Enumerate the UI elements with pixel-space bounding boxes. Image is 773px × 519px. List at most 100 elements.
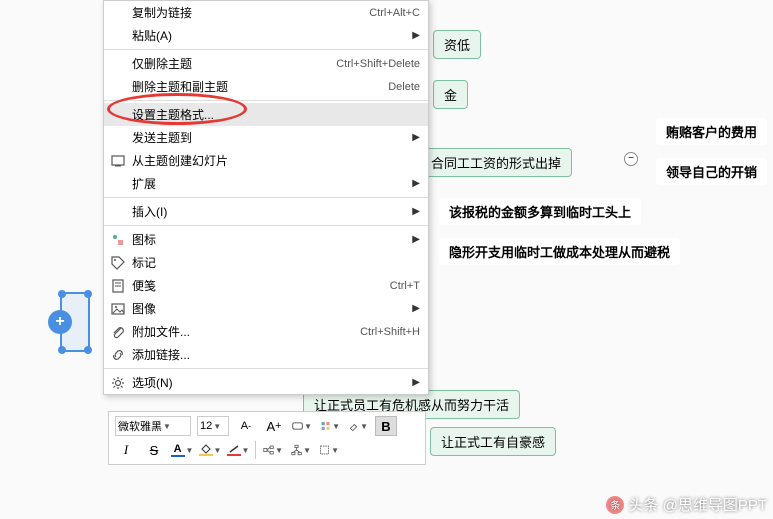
- subtopic-layout-dropdown[interactable]: ▼: [262, 440, 284, 460]
- boundary-dropdown[interactable]: ▼: [318, 440, 340, 460]
- node-text: 合同工工资的形式出掉: [431, 156, 561, 171]
- menu-label: 选项(N): [132, 374, 408, 391]
- menu-delete-topic-only[interactable]: 仅删除主题Ctrl+Shift+Delete: [104, 52, 428, 75]
- menu-label: 扩展: [132, 175, 408, 192]
- menu-tag[interactable]: 标记: [104, 251, 428, 274]
- menu-copy-as-link[interactable]: 复制为链接Ctrl+Alt+C: [104, 1, 428, 24]
- decrease-font-button[interactable]: A-: [235, 416, 257, 436]
- italic-button[interactable]: I: [115, 440, 137, 460]
- tree-icon: [291, 443, 302, 457]
- menu-label: 图标: [132, 231, 408, 248]
- format-toolbar: 微软雅黑▼ 12▼ A- A+ ▼ ▼ ▼ B I S A▼ ▼ ▼ ▼ ▼ ▼: [108, 411, 426, 465]
- mind-node[interactable]: 资低: [433, 30, 481, 59]
- shape-dropdown[interactable]: ▼: [291, 416, 313, 436]
- mind-node[interactable]: 合同工工资的形式出掉: [420, 148, 572, 177]
- menu-shortcut: Delete: [388, 81, 420, 93]
- menu-label: 附加文件...: [132, 323, 360, 340]
- menu-shortcut: Ctrl+T: [390, 280, 420, 292]
- menu-paste[interactable]: 粘贴(A)▶: [104, 24, 428, 47]
- chevron-right-icon: ▶: [412, 234, 420, 245]
- menu-label: 粘贴(A): [132, 27, 408, 44]
- context-menu: 复制为链接Ctrl+Alt+C 粘贴(A)▶ 仅删除主题Ctrl+Shift+D…: [103, 0, 429, 395]
- resize-handle[interactable]: [84, 346, 92, 354]
- line-color-dropdown[interactable]: ▼: [227, 440, 249, 460]
- mindmap-canvas[interactable]: 资低 金 贿赂客户的费用 合同工工资的形式出掉 领导自己的开销 该报税的金额多算…: [0, 0, 773, 519]
- menu-separator: [104, 368, 428, 369]
- menu-format-topic[interactable]: 设置主题格式...: [104, 103, 428, 126]
- menu-label: 插入(I): [132, 203, 408, 220]
- fill-color-icon: [199, 444, 213, 456]
- menu-shortcut: Ctrl+Shift+H: [360, 326, 420, 338]
- topic-layout-dropdown[interactable]: ▼: [290, 440, 312, 460]
- menu-label: 图像: [132, 300, 408, 317]
- watermark: 条 头条 @思维导图PPT: [606, 494, 767, 515]
- chevron-down-icon: ▼: [303, 446, 311, 455]
- menu-label: 从主题创建幻灯片: [132, 152, 420, 169]
- mind-node[interactable]: 贿赂客户的费用: [656, 118, 767, 145]
- bold-button[interactable]: B: [375, 416, 397, 436]
- resize-handle[interactable]: [58, 346, 66, 354]
- minus-icon: −: [628, 154, 634, 164]
- menu-note[interactable]: 便笺Ctrl+T: [104, 274, 428, 297]
- menu-separator: [104, 197, 428, 198]
- menu-label: 添加链接...: [132, 346, 420, 363]
- menu-icons[interactable]: 图标 ▶: [104, 228, 428, 251]
- strikethrough-button[interactable]: S: [143, 440, 165, 460]
- chevron-down-icon: ▼: [304, 422, 312, 431]
- menu-label: 便笺: [132, 277, 390, 294]
- resize-handle[interactable]: [84, 290, 92, 298]
- tag-icon: [110, 255, 126, 271]
- node-text: 贿赂客户的费用: [666, 125, 757, 140]
- clear-format-dropdown[interactable]: ▼: [347, 416, 369, 436]
- menu-shortcut: Ctrl+Shift+Delete: [336, 58, 420, 70]
- eraser-icon: [348, 419, 359, 433]
- chevron-down-icon: ▼: [331, 446, 339, 455]
- quick-style-dropdown[interactable]: ▼: [319, 416, 341, 436]
- chevron-right-icon: ▶: [412, 377, 420, 388]
- mind-node[interactable]: 金: [433, 80, 468, 109]
- menu-attach-file[interactable]: 附加文件...Ctrl+Shift+H: [104, 320, 428, 343]
- slides-icon: [110, 153, 126, 169]
- menu-send-topic-to[interactable]: 发送主题到▶: [104, 126, 428, 149]
- menu-separator: [104, 100, 428, 101]
- mind-node[interactable]: 领导自己的开销: [656, 158, 767, 185]
- chevron-down-icon: ▼: [332, 422, 340, 431]
- chevron-down-icon: ▼: [360, 422, 368, 431]
- menu-separator: [104, 49, 428, 50]
- line-color-icon: [227, 444, 241, 456]
- boundary-icon: [319, 443, 330, 457]
- menu-insert[interactable]: 插入(I) ▶: [104, 200, 428, 223]
- resize-handle[interactable]: [58, 290, 66, 298]
- menu-create-slides[interactable]: 从主题创建幻灯片: [104, 149, 428, 172]
- chevron-right-icon: ▶: [412, 206, 420, 217]
- add-node-button[interactable]: +: [48, 310, 72, 334]
- chevron-down-icon: ▼: [186, 446, 194, 455]
- mind-node[interactable]: 让正式工有自豪感: [430, 427, 556, 456]
- menu-extend[interactable]: 扩展▶: [104, 172, 428, 195]
- rounded-rect-icon: [292, 419, 303, 433]
- menu-delete-topic-subtopics[interactable]: 删除主题和副主题Delete: [104, 75, 428, 98]
- collapse-button[interactable]: −: [624, 152, 638, 166]
- font-family-select[interactable]: 微软雅黑▼: [115, 416, 191, 436]
- mind-node[interactable]: 隐形开支用临时工做成本处理从而避税: [439, 238, 680, 265]
- menu-options[interactable]: 选项(N) ▶: [104, 371, 428, 394]
- menu-image[interactable]: 图像▶: [104, 297, 428, 320]
- toolbar-row-2: I S A▼ ▼ ▼ ▼ ▼ ▼: [115, 440, 419, 460]
- menu-label: 设置主题格式...: [132, 106, 420, 123]
- attach-icon: [110, 324, 126, 340]
- fill-color-dropdown[interactable]: ▼: [199, 440, 221, 460]
- font-size-select[interactable]: 12▼: [197, 416, 229, 436]
- node-text: 领导自己的开销: [666, 165, 757, 180]
- selected-node-handle[interactable]: +: [60, 292, 90, 352]
- layout-icon: [263, 443, 274, 457]
- font-color-dropdown[interactable]: A▼: [171, 440, 193, 460]
- menu-label: 仅删除主题: [132, 55, 336, 72]
- watermark-icon: 条: [606, 496, 624, 514]
- menu-label: 删除主题和副主题: [132, 78, 388, 95]
- menu-add-link[interactable]: 添加链接...: [104, 343, 428, 366]
- increase-font-button[interactable]: A+: [263, 416, 285, 436]
- mind-node[interactable]: 该报税的金额多算到临时工头上: [439, 198, 641, 225]
- image-icon: [110, 301, 126, 317]
- chevron-down-icon: ▼: [213, 422, 221, 431]
- bold-label: B: [381, 419, 390, 434]
